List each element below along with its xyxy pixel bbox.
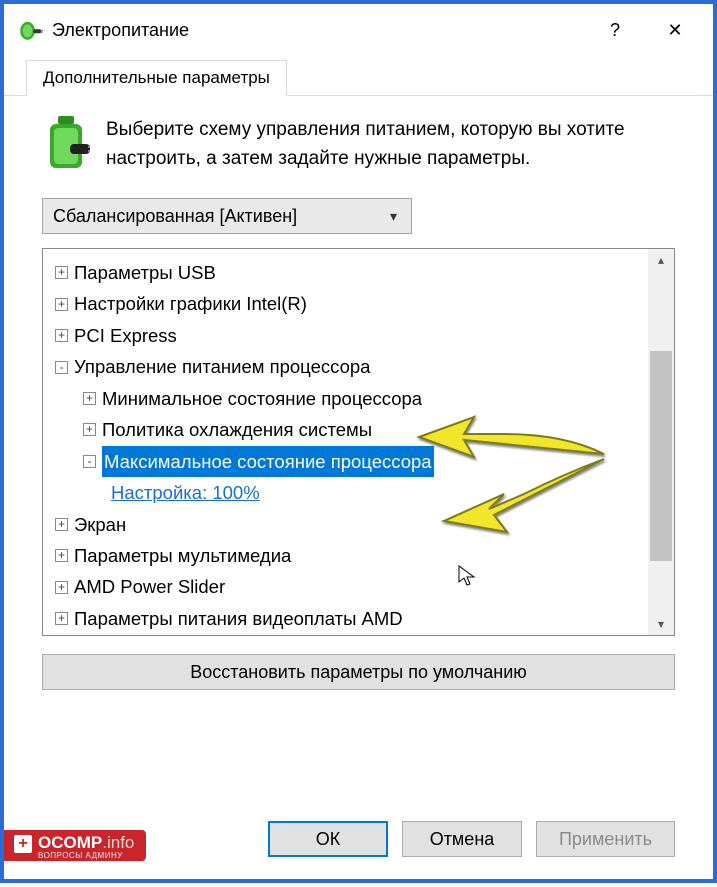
chevron-down-icon: ▾ — [390, 208, 397, 225]
collapse-icon[interactable]: - — [83, 455, 96, 468]
tree-node-label: Экран — [74, 509, 126, 540]
collapse-icon[interactable]: - — [55, 361, 68, 374]
tree-node-label: PCI Express — [74, 320, 177, 351]
tree-node[interactable]: + Минимальное состояние процессора — [81, 383, 644, 414]
tree-node-label: Параметры мультимедиа — [74, 540, 291, 571]
plan-select-value: Сбалансированная [Активен] — [53, 206, 297, 227]
intro-text: Выберите схему управления питанием, кото… — [106, 114, 675, 173]
tree-node-label: Максимальное состояние процессора — [102, 446, 434, 477]
power-plug-icon — [16, 16, 44, 44]
watermark: + OCOMP.info ВОПРОСЫ АДМИНУ — [4, 830, 146, 861]
plan-select[interactable]: Сбалансированная [Активен] ▾ — [42, 198, 412, 234]
intro-row: Выберите схему управления питанием, кото… — [42, 114, 675, 174]
close-button[interactable]: ✕ — [645, 12, 705, 48]
expand-icon[interactable]: + — [55, 298, 68, 311]
expand-icon[interactable]: + — [83, 392, 96, 405]
tree-node-label: Параметры USB — [74, 257, 216, 288]
tree-node-label: Управление питанием процессора — [74, 351, 370, 382]
expand-icon[interactable]: + — [55, 549, 68, 562]
expand-icon[interactable]: + — [55, 266, 68, 279]
tree-node-label: Минимальное состояние процессора — [102, 383, 422, 414]
watermark-domain: .info — [102, 833, 134, 852]
tab-advanced[interactable]: Дополнительные параметры — [26, 60, 287, 96]
settings-tree[interactable]: + Параметры USB + Настройки графики Intel(R… — [43, 249, 648, 635]
expand-icon[interactable]: + — [55, 581, 68, 594]
help-button[interactable]: ? — [585, 12, 645, 48]
settings-tree-box: + Параметры USB + Настройки графики Intel(R… — [42, 248, 675, 636]
tree-node[interactable]: + Политика охлаждения системы — [81, 414, 644, 445]
tree-node[interactable]: + Параметры мультимедиа — [53, 540, 644, 571]
watermark-brand: OCOMP — [38, 833, 102, 852]
cancel-button[interactable]: Отмена — [402, 821, 522, 857]
window-frame: Электропитание ? ✕ Дополнительные параме… — [0, 0, 717, 883]
expand-icon[interactable]: + — [55, 612, 68, 625]
restore-row: Восстановить параметры по умолчанию — [42, 654, 675, 690]
tree-node-label: Параметры питания видеоплаты AMD — [74, 603, 403, 634]
expand-icon[interactable]: + — [83, 423, 96, 436]
tree-node[interactable]: + AMD Power Slider — [53, 571, 644, 602]
tree-node[interactable]: + Параметры USB — [53, 257, 644, 288]
watermark-plus-icon: + — [14, 835, 32, 853]
tree-node[interactable]: + Настройки графики Intel(R) — [53, 288, 644, 319]
tree-setting-link[interactable]: Настройка: 100% — [111, 477, 260, 508]
dialog: Электропитание ? ✕ Дополнительные параме… — [4, 4, 713, 704]
scroll-down-icon[interactable]: ▾ — [648, 613, 674, 635]
expand-icon[interactable]: + — [55, 518, 68, 531]
tree-node[interactable]: + Экран — [53, 509, 644, 540]
tree-node[interactable]: + PCI Express — [53, 320, 644, 351]
scroll-up-icon[interactable]: ▴ — [648, 249, 674, 271]
tab-row: Дополнительные параметры — [4, 58, 713, 96]
tree-node-label: AMD Power Slider — [74, 571, 225, 602]
dialog-body: Выберите схему управления питанием, кото… — [4, 96, 713, 704]
window-title: Электропитание — [52, 20, 585, 41]
restore-defaults-button[interactable]: Восстановить параметры по умолчанию — [42, 654, 675, 690]
apply-button[interactable]: Применить — [536, 821, 675, 857]
scroll-track[interactable] — [648, 271, 674, 613]
tree-node-label: Политика охлаждения системы — [102, 414, 372, 445]
tree-node[interactable]: Настройка: 100% — [109, 477, 644, 508]
battery-plug-icon — [42, 114, 90, 174]
scroll-thumb[interactable] — [650, 351, 672, 561]
expand-icon[interactable]: + — [55, 329, 68, 342]
tree-node[interactable]: + Параметры питания видеоплаты AMD — [53, 603, 644, 634]
tree-node[interactable]: -Управление питанием процессора — [53, 351, 644, 382]
scrollbar[interactable]: ▴ ▾ — [648, 249, 674, 635]
ok-button[interactable]: ОК — [268, 821, 388, 857]
tree-node[interactable]: -Максимальное состояние процессора — [81, 446, 644, 477]
watermark-tagline: ВОПРОСЫ АДМИНУ — [38, 852, 134, 860]
titlebar: Электропитание ? ✕ — [4, 8, 713, 52]
tree-node-label: Настройки графики Intel(R) — [74, 288, 307, 319]
